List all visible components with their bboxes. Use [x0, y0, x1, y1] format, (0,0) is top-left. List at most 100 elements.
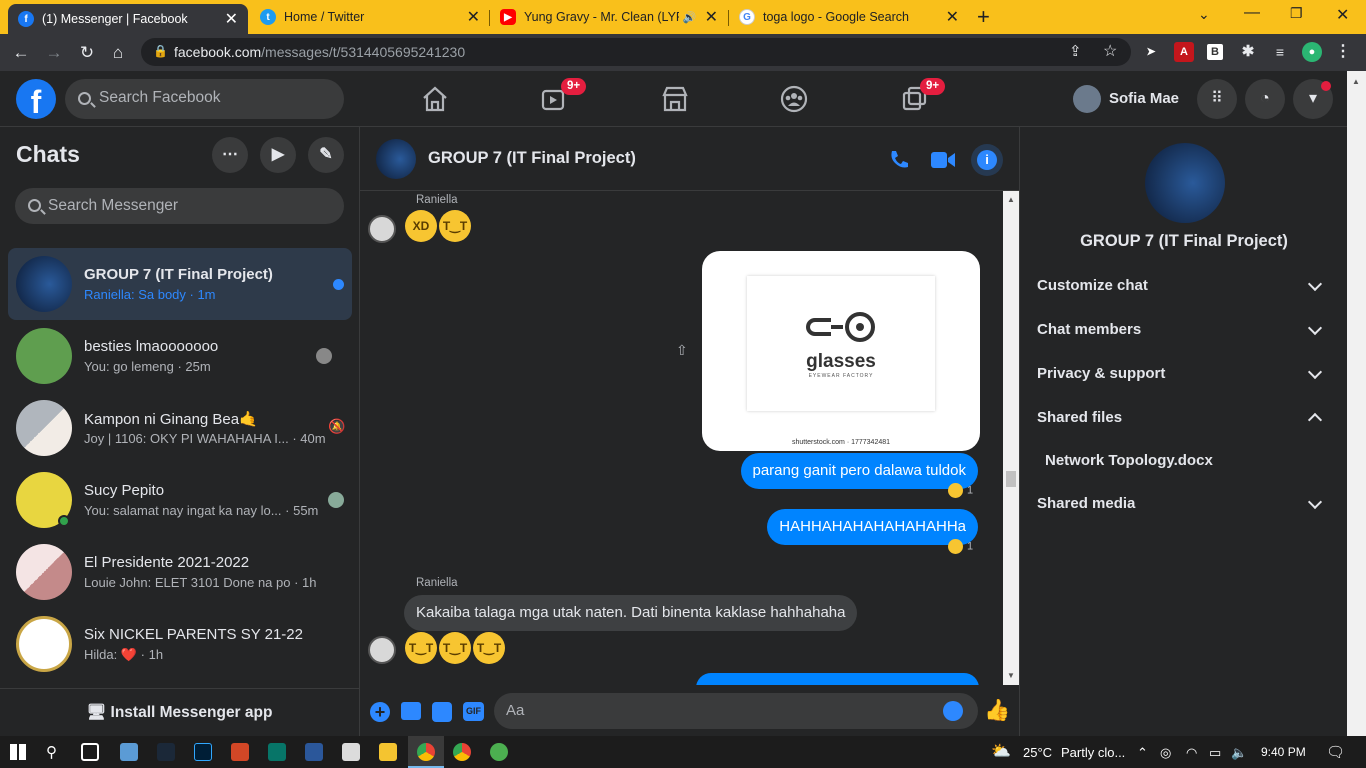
word-icon[interactable] — [305, 743, 323, 761]
photoshop-icon[interactable] — [194, 743, 212, 761]
url-box[interactable]: 🔒 facebook.com/messages/t/53144056952412… — [141, 38, 1131, 66]
privacy-support-section[interactable]: Privacy & support — [1037, 365, 1165, 382]
groups-icon[interactable] — [778, 83, 810, 115]
chevron-down-icon[interactable] — [1307, 364, 1323, 380]
message-bubble-outgoing[interactable]: parang ganit pero dalawa tuldok — [740, 453, 978, 489]
close-icon[interactable]: ✕ — [705, 7, 718, 27]
menu-grid-button[interactable]: ⠿ — [1197, 79, 1237, 119]
chevron-down-icon[interactable] — [1307, 276, 1323, 292]
restore-button[interactable]: ❐ — [1290, 5, 1303, 22]
extensions-puzzle-icon[interactable]: ✱ — [1238, 42, 1258, 62]
new-message-button[interactable]: ✎ — [308, 137, 344, 173]
temperature[interactable]: 25°C — [1023, 745, 1052, 760]
powerpoint-icon[interactable] — [231, 743, 249, 761]
page-scrollbar[interactable]: ▲ — [1347, 71, 1366, 736]
shared-file-item[interactable]: Network Topology.docx — [1045, 452, 1213, 469]
conversation-item[interactable]: Kampon ni Ginang Bea🤙 Joy | 1106: OKY PI… — [8, 392, 352, 464]
message-bubble-incoming[interactable]: Kakaiba talaga mga utak naten. Dati bine… — [404, 595, 858, 631]
steam-icon[interactable] — [157, 743, 175, 761]
windows-start-icon[interactable] — [10, 744, 26, 760]
url-text[interactable]: facebook.com/messages/t/5314405695241230 — [174, 44, 465, 60]
cursor-extension-icon[interactable]: ➤ — [1141, 42, 1161, 62]
group-photo[interactable] — [1145, 143, 1225, 223]
facebook-logo[interactable]: f — [16, 79, 56, 120]
options-button[interactable]: ⋯ — [212, 137, 248, 173]
close-icon[interactable]: ✕ — [225, 9, 238, 29]
publisher-icon[interactable] — [268, 743, 286, 761]
media-control-icon[interactable]: ≡ — [1270, 42, 1290, 62]
bookmark-star-icon[interactable]: ☆ — [1103, 41, 1117, 61]
share-icon[interactable]: ⇪ — [1069, 42, 1082, 60]
close-icon[interactable]: ✕ — [467, 7, 480, 27]
message-scrollbar[interactable]: ▲ ▼ — [1003, 191, 1019, 685]
weather-icon[interactable]: ⛅ — [991, 741, 1011, 761]
close-icon[interactable]: ✕ — [946, 7, 959, 27]
chat-members-section[interactable]: Chat members — [1037, 321, 1141, 338]
user-avatar[interactable] — [1073, 85, 1101, 113]
network-icon[interactable]: ◎ — [1160, 745, 1171, 761]
tab-messenger[interactable]: f (1) Messenger | Facebook ✕ — [8, 4, 248, 34]
minimize-button[interactable]: — — [1244, 4, 1260, 22]
search-icon[interactable]: ⚲ — [46, 743, 57, 761]
shared-image[interactable]: glasses EYEWEAR FACTORY shutterstock.com… — [702, 251, 980, 451]
chrome-active-slot[interactable] — [408, 736, 444, 768]
b-extension-icon[interactable]: B — [1207, 44, 1223, 60]
tab-google[interactable]: G toga logo - Google Search ✕ — [729, 0, 969, 34]
chevron-down-icon[interactable] — [1307, 494, 1323, 510]
notifications-icon[interactable]: 🗨 — [1326, 743, 1345, 761]
chrome-profile-icon[interactable] — [453, 743, 471, 761]
task-view-icon[interactable] — [81, 743, 99, 761]
tab-twitter[interactable]: t Home / Twitter ✕ — [250, 0, 490, 34]
conversation-item[interactable]: besties lmaooooooo You: go lemeng · 25m — [8, 320, 352, 392]
photo-icon[interactable] — [401, 702, 421, 720]
new-room-button[interactable]: ▶ — [260, 137, 296, 173]
plus-icon[interactable]: + — [370, 702, 390, 722]
thumbs-up-icon[interactable]: 👍 — [984, 699, 1010, 723]
tab-search-icon[interactable]: ⌄ — [1198, 6, 1210, 23]
scroll-down-arrow[interactable]: ▼ — [1007, 671, 1015, 680]
notepad-icon[interactable] — [342, 743, 360, 761]
scroll-up-arrow[interactable]: ▲ — [1007, 195, 1015, 204]
message-bubble-outgoing[interactable]: HAHHAHAHAHAHAHAHHa — [767, 509, 978, 545]
conversation-item[interactable]: El Presidente 2021-2022 Louie John: ELET… — [8, 536, 352, 608]
message-input[interactable]: Aa — [494, 693, 978, 729]
lock-icon[interactable]: 🔒 — [153, 44, 168, 58]
messenger-search-input[interactable]: Search Messenger — [15, 188, 344, 224]
wifi-icon[interactable]: ◠ — [1186, 745, 1197, 761]
message-bubble-outgoing-partial[interactable] — [696, 673, 979, 685]
clock[interactable]: 9:40 PM — [1261, 745, 1306, 759]
chevron-up-icon[interactable] — [1307, 412, 1323, 428]
shared-media-section[interactable]: Shared media — [1037, 495, 1135, 512]
window-close-button[interactable]: ✕ — [1336, 5, 1349, 25]
profile-avatar-icon[interactable]: ● — [1302, 42, 1322, 62]
conversation-item[interactable]: GROUP 7 (IT Final Project) Raniella: Sa … — [8, 248, 352, 320]
home-button[interactable]: ⌂ — [105, 40, 131, 66]
reaction-badge[interactable]: 1 — [948, 539, 973, 554]
tab-youtube[interactable]: ▶ Yung Gravy - Mr. Clean (LYRI 🔊 ✕ — [490, 0, 728, 34]
speaker-icon[interactable]: 🔊 — [683, 11, 697, 24]
chevron-down-icon[interactable] — [1307, 320, 1323, 336]
conversation-title[interactable]: GROUP 7 (IT Final Project) — [428, 149, 636, 168]
forward-button[interactable]: → — [41, 40, 67, 66]
sticker-icon[interactable] — [432, 702, 452, 722]
battery-icon[interactable]: ▭ — [1209, 745, 1221, 761]
video-call-icon[interactable] — [930, 149, 956, 171]
reaction-badge[interactable]: 1 — [948, 483, 973, 498]
pdf-extension-icon[interactable]: A — [1174, 42, 1194, 62]
conversation-item[interactable]: Six NICKEL PARENTS SY 21-22 Hilda: ❤️ · … — [8, 608, 352, 680]
tray-chevron-icon[interactable]: ⌃ — [1137, 745, 1148, 761]
new-tab-button[interactable]: + — [977, 4, 990, 30]
volume-icon[interactable]: 🔈 — [1231, 745, 1247, 761]
scroll-up-arrow[interactable]: ▲ — [1352, 77, 1360, 86]
watch-nav[interactable]: 9+ — [539, 78, 586, 115]
browser-menu-icon[interactable]: ⋮ — [1333, 42, 1353, 62]
gaming-nav[interactable]: 9+ — [898, 78, 945, 115]
info-button[interactable]: i — [971, 144, 1003, 176]
store-icon[interactable] — [120, 743, 138, 761]
scrollbar-thumb[interactable] — [1006, 471, 1016, 487]
group-avatar[interactable] — [376, 139, 416, 179]
phone-icon[interactable] — [887, 148, 911, 172]
share-icon[interactable]: ⇧ — [676, 342, 688, 359]
back-button[interactable]: ← — [8, 40, 34, 66]
customize-chat-section[interactable]: Customize chat — [1037, 277, 1148, 294]
